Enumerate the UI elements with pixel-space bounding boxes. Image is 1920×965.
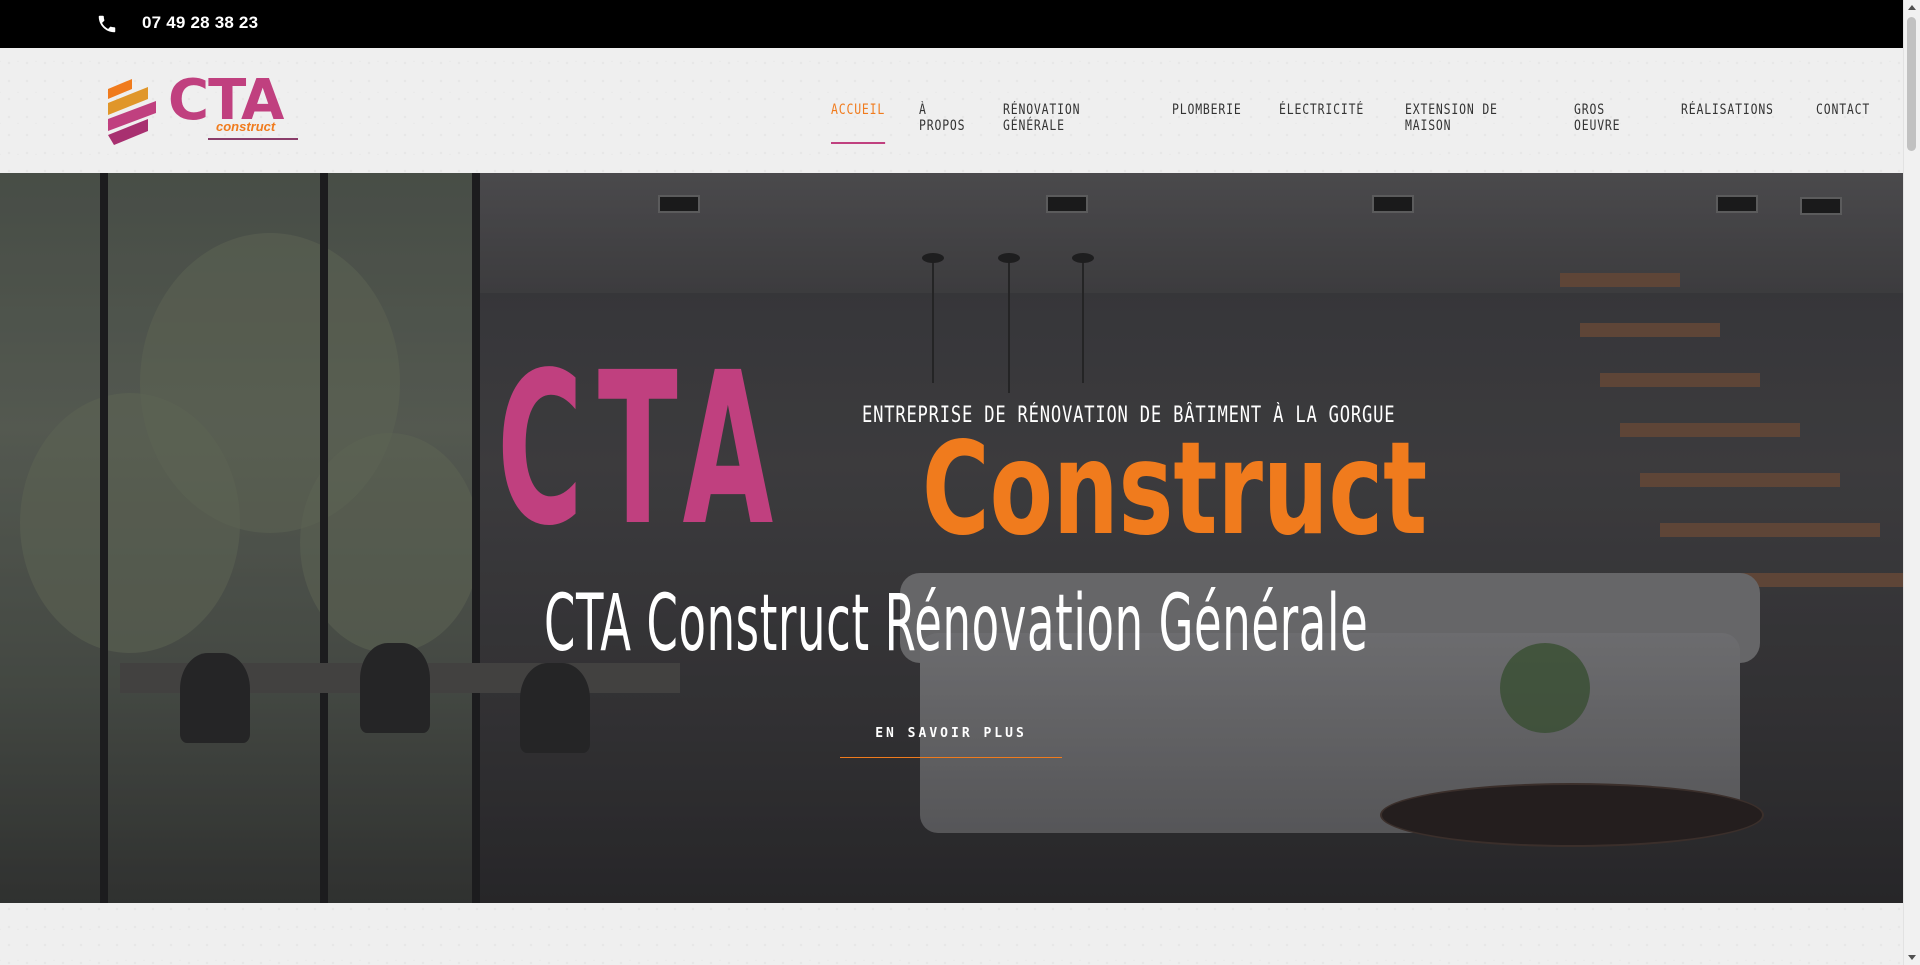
main-nav: ACCUEIL À PROPOS RÉNOVATION GÉNÉRALE PLO…: [831, 102, 1904, 144]
nav-item-a-propos[interactable]: À PROPOS: [919, 102, 970, 144]
scroll-down-arrow-icon[interactable]: [1908, 955, 1916, 960]
learn-more-button[interactable]: EN SAVOIR PLUS: [840, 723, 1062, 758]
scrollbar-thumb[interactable]: [1907, 17, 1916, 151]
nav-item-gros-oeuvre[interactable]: GROS OEUVRE: [1574, 102, 1644, 144]
phone-number-link[interactable]: 07 49 28 38 23: [142, 13, 258, 33]
site-logo[interactable]: CTA construct: [108, 73, 302, 151]
logo-underline: [208, 138, 298, 140]
hero-section: CTA ENTREPRISE DE RÉNOVATION DE BÂTIMENT…: [0, 173, 1904, 903]
nav-item-contact[interactable]: CONTACT: [1816, 102, 1870, 144]
site-header: CTA construct ACCUEIL À PROPOS RÉNOVATIO…: [0, 48, 1904, 173]
scroll-up-arrow-icon[interactable]: [1908, 5, 1916, 10]
nav-item-electricite[interactable]: ÉLECTRICITÉ: [1279, 102, 1364, 144]
hero-title-cta: CTA: [497, 327, 789, 572]
logo-mark-icon: [108, 79, 156, 145]
nav-item-extension-de-maison[interactable]: EXTENSION DE MAISON: [1405, 102, 1526, 144]
page-scrollbar[interactable]: [1903, 0, 1920, 965]
hero-title-construct: Construct: [922, 415, 1428, 564]
top-bar: 07 49 28 38 23: [0, 0, 1904, 48]
nav-item-renovation-generale[interactable]: RÉNOVATION GÉNÉRALE: [1003, 102, 1124, 144]
hero-subtitle: CTA Construct Rénovation Générale: [544, 579, 1369, 669]
logo-subtext: construct: [216, 119, 276, 134]
nav-item-accueil[interactable]: ACCUEIL: [831, 102, 886, 144]
nav-item-realisations[interactable]: RÉALISATIONS: [1681, 102, 1774, 144]
phone-icon[interactable]: [96, 13, 118, 35]
nav-item-plomberie[interactable]: PLOMBERIE: [1172, 102, 1242, 144]
